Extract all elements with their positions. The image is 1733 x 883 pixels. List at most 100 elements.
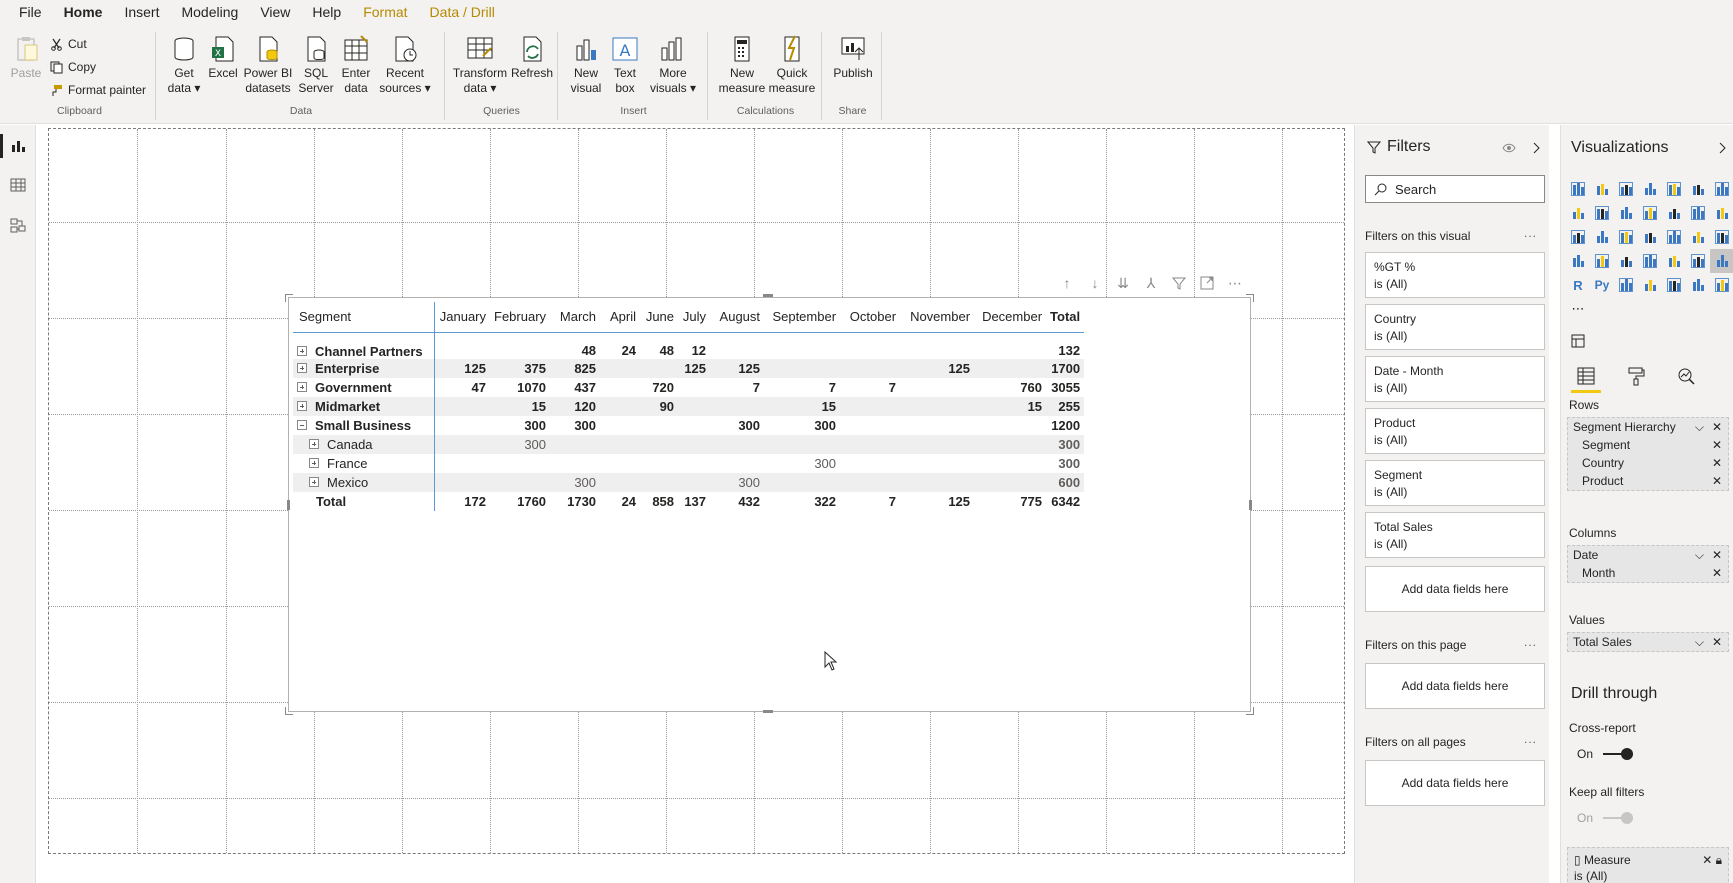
filters-on-visual-more[interactable]: ... (1524, 226, 1537, 240)
matrix-col-header-total[interactable]: Total (1046, 302, 1085, 333)
matrix-cell[interactable] (900, 332, 974, 359)
matrix-col-header[interactable]: October (840, 302, 901, 333)
qa-icon[interactable] (1662, 273, 1686, 297)
filter-card[interactable]: Segment is (All) (1365, 460, 1545, 506)
matrix-cell[interactable]: 125 (434, 358, 490, 378)
matrix-cell[interactable] (900, 378, 974, 397)
expand-icon[interactable] (309, 439, 319, 450)
filter-card[interactable]: Country is (All) (1365, 304, 1545, 350)
matrix-cell[interactable] (600, 434, 641, 454)
focus-mode-icon[interactable] (1198, 274, 1216, 292)
filter-card[interactable]: Total Sales is (All) (1365, 512, 1545, 558)
matrix-col-header[interactable]: June (640, 302, 679, 333)
menu-help[interactable]: Help (301, 0, 352, 24)
funnel-chart-icon[interactable] (1710, 201, 1733, 225)
matrix-cell[interactable] (434, 454, 490, 473)
resize-handle[interactable] (763, 710, 773, 713)
expand-icon[interactable] (297, 382, 307, 393)
matrix-row-total-cell[interactable]: 600 (1046, 472, 1085, 492)
matrix-cell[interactable]: 125 (710, 358, 765, 378)
matrix-cell[interactable] (678, 454, 710, 473)
matrix-cell[interactable] (710, 434, 765, 454)
expand-icon[interactable] (297, 363, 307, 374)
drill-through-measure-card[interactable]: ▯ Measure ✕ 🔒︎ is (All) (1567, 847, 1729, 883)
matrix-cell[interactable] (764, 472, 841, 492)
kpi-icon[interactable] (1638, 249, 1662, 273)
remove-field-icon[interactable]: ✕ (1712, 456, 1722, 470)
matrix-cell[interactable] (678, 472, 711, 492)
multi-row-card-icon[interactable] (1614, 249, 1638, 273)
rows-field-hierarchy[interactable]: Segment Hierarchy ⌵ ✕ (1568, 418, 1728, 436)
smart-narrative-icon[interactable] (1686, 273, 1710, 297)
matrix-cell[interactable]: 15 (764, 396, 841, 416)
matrix-cell[interactable]: 7 (710, 378, 764, 397)
matrix-cell[interactable]: 375 (490, 358, 551, 378)
line-stacked-column-icon[interactable] (1638, 201, 1662, 225)
100-stacked-bar-chart-icon[interactable] (1662, 177, 1686, 201)
matrix-cell[interactable] (600, 358, 641, 378)
matrix-cell[interactable]: 300 (490, 434, 551, 454)
matrix-cell[interactable] (764, 358, 841, 378)
drill-down-icon[interactable]: ↓ (1086, 274, 1104, 292)
matrix-cell[interactable]: 300 (550, 472, 601, 492)
columns-field-hierarchy[interactable]: Date ⌵ ✕ (1568, 546, 1728, 564)
matrix-cell[interactable] (490, 332, 550, 359)
matrix-row-label[interactable]: Midmarket (315, 399, 380, 414)
matrix-cell[interactable] (600, 396, 641, 416)
add-report-filter-drop-zone[interactable]: Add data fields here (1365, 760, 1545, 806)
recent-sources-button[interactable]: Recent sources ▾ (378, 34, 432, 96)
matrix-cell[interactable] (710, 332, 764, 359)
matrix-cell[interactable]: 120 (550, 396, 601, 416)
matrix-cell[interactable]: 300 (764, 454, 840, 473)
matrix-cell[interactable] (900, 396, 975, 416)
paginated-icon[interactable] (1710, 273, 1733, 297)
matrix-cell[interactable]: 125 (678, 358, 711, 378)
matrix-cell[interactable]: 48 (640, 332, 678, 359)
report-view-button[interactable] (0, 134, 30, 158)
matrix-row-label[interactable]: Government (315, 380, 392, 395)
visual-type-extra[interactable] (1566, 329, 1590, 353)
remove-field-icon[interactable]: ✕ (1712, 548, 1722, 562)
matrix-col-header[interactable]: August (710, 302, 765, 333)
ribbon-chart-icon[interactable] (1662, 201, 1686, 225)
matrix-cell[interactable] (600, 472, 641, 492)
resize-handle[interactable] (285, 707, 293, 715)
matrix-cell[interactable]: 437 (550, 378, 600, 397)
matrix-cell[interactable] (974, 454, 1046, 473)
resize-handle[interactable] (1249, 500, 1252, 510)
matrix-cell[interactable] (974, 472, 1047, 492)
menu-data-drill[interactable]: Data / Drill (419, 0, 506, 24)
matrix-cell[interactable] (600, 454, 640, 473)
matrix-cell[interactable]: 300 (550, 416, 600, 435)
report-canvas[interactable]: ↑ ↓ ⇊ ⅄ ⋯ Segment January February March… (36, 125, 1354, 883)
matrix-cell[interactable] (900, 416, 974, 435)
100-stacked-column-chart-icon[interactable] (1686, 177, 1710, 201)
keep-filters-toggle[interactable]: On (1577, 811, 1634, 825)
matrix-grand-total-cell[interactable]: 24 (600, 492, 640, 511)
more-visuals-button[interactable]: More visuals ▾ (646, 34, 700, 96)
toggle-switch[interactable] (1603, 748, 1634, 760)
matrix-cell[interactable] (490, 472, 551, 492)
line-clustered-column-icon[interactable] (1614, 201, 1638, 225)
columns-well[interactable]: Date ⌵ ✕ Month ✕ (1567, 545, 1729, 583)
cross-report-toggle[interactable]: On (1577, 747, 1634, 761)
menu-insert[interactable]: Insert (113, 0, 170, 24)
more-options-icon[interactable]: ⋯ (1226, 274, 1244, 292)
refresh-button[interactable]: Refresh (510, 34, 554, 81)
matrix-cell[interactable] (490, 454, 550, 473)
scatter-chart-icon[interactable] (1566, 225, 1590, 249)
matrix-grand-total-cell[interactable]: 6342 (1046, 492, 1084, 511)
matrix-cell[interactable] (640, 434, 679, 454)
matrix-grand-total-cell[interactable]: 1760 (490, 492, 550, 511)
matrix-cell[interactable] (434, 434, 490, 454)
matrix-cell[interactable] (900, 434, 975, 454)
matrix-cell[interactable] (678, 396, 711, 416)
matrix-cell[interactable] (678, 416, 710, 435)
matrix-cell[interactable]: 1070 (490, 378, 550, 397)
enter-data-button[interactable]: Enter data (338, 34, 374, 96)
matrix-cell[interactable]: 7 (764, 378, 840, 397)
matrix-cell[interactable] (434, 472, 490, 492)
matrix-cell[interactable] (974, 358, 1047, 378)
format-tab[interactable] (1621, 363, 1651, 389)
matrix-cell[interactable] (434, 332, 490, 359)
